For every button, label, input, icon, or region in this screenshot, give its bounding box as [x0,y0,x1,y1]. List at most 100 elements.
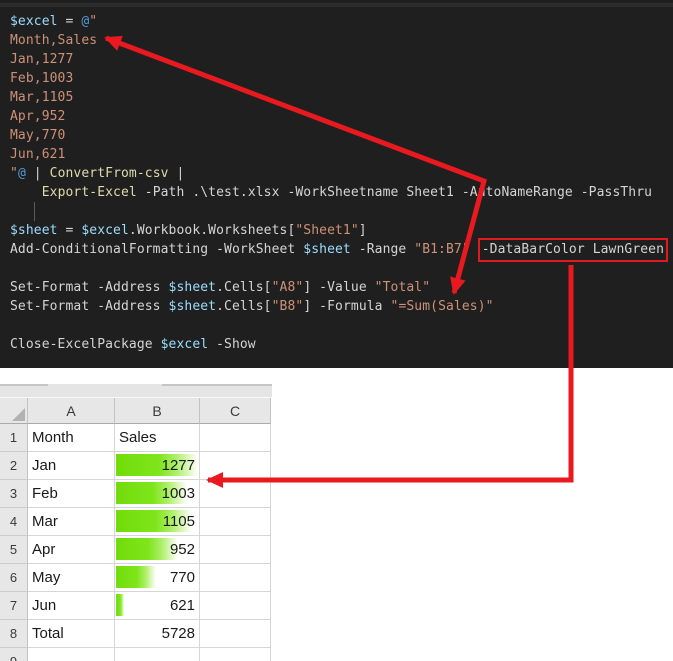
row-header-4[interactable]: 4 [0,508,28,536]
cell-B7[interactable]: 621 [115,592,200,620]
cell-B5[interactable]: 952 [115,536,200,564]
row-header-9[interactable]: 9 [0,648,28,661]
cell-B1[interactable]: Sales [115,424,200,452]
select-all-triangle-icon [12,408,25,421]
cell-B2[interactable]: 1277 [115,452,200,480]
cell-B4[interactable]: 1105 [115,508,200,536]
row-header-5[interactable]: 5 [0,536,28,564]
code-token: "Sheet1" [295,223,358,238]
cell-B8[interactable]: 5728 [115,620,200,648]
formula-bar-segment [0,384,48,386]
cell-B9[interactable] [115,648,200,661]
cell-B6-value: 770 [115,569,199,586]
row-header-2[interactable]: 2 [0,452,28,480]
code-line: $excel = @" [10,12,673,31]
cell-A4[interactable]: Mar [28,508,115,536]
code-token: = [58,223,82,238]
code-token: "A8" [272,280,304,295]
code-line: Apr,952 [10,107,673,126]
column-header-C[interactable]: C [200,398,271,424]
code-line: Set-Format -Address $sheet.Cells["B8"] -… [10,297,673,316]
code-line: Jun,621 [10,145,673,164]
code-token: Set-Format -Address [10,299,169,314]
code-token: Add-ConditionalFormatting -WorkSheet [10,242,303,257]
code-line: Close-ExcelPackage $excel -Show [10,335,673,354]
screenshot-root: { "code_panel": { "lines": [ {"segments"… [0,0,673,661]
cell-C3[interactable] [200,480,271,508]
code-token: Feb,1003 [10,71,73,86]
code-token: -Path .\test.xlsx -WorkSheetname Sheet1 … [137,185,652,200]
table-row: 7Jun621 [0,592,272,620]
code-token: | [26,166,50,181]
code-token: Apr,952 [10,109,66,124]
code-token [470,242,478,257]
table-row: 4Mar1105 [0,508,272,536]
cell-A7[interactable]: Jun [28,592,115,620]
code-token: $sheet [169,299,217,314]
code-panel-top-strip [0,3,673,7]
row-header-1[interactable]: 1 [0,424,28,452]
row-header-6[interactable]: 6 [0,564,28,592]
cell-C1[interactable] [200,424,271,452]
formula-bar-sliver [0,384,272,398]
cell-A5[interactable]: Apr [28,536,115,564]
code-token: .Cells[ [216,299,272,314]
code-line: Mar,1105 [10,88,673,107]
code-line [10,316,673,335]
table-row: 1MonthSales [0,424,272,452]
code-token: Jun,621 [10,147,66,162]
cell-B2-value: 1277 [115,457,199,474]
cell-C9[interactable] [200,648,271,661]
formula-bar-segment [162,384,272,386]
cell-C2[interactable] [200,452,271,480]
column-header-row: ABC [0,398,272,424]
code-token: -Show [208,337,256,352]
cell-A9[interactable] [28,648,115,661]
row-header-7[interactable]: 7 [0,592,28,620]
code-token: "B1:B7" [414,242,470,257]
code-token: "Total" [375,280,431,295]
column-header-B[interactable]: B [115,398,200,424]
cell-B8-value: 5728 [115,625,199,642]
table-row: 8Total5728 [0,620,272,648]
table-row: 5Apr952 [0,536,272,564]
code-token: $sheet [169,280,217,295]
cell-A3[interactable]: Feb [28,480,115,508]
code-token: .Cells[ [216,280,272,295]
cell-A6[interactable]: May [28,564,115,592]
indent-guide [34,202,35,221]
code-token [10,185,42,200]
code-token: ] -Formula [303,299,390,314]
cell-C5[interactable] [200,536,271,564]
cell-B5-value: 952 [115,541,199,558]
cell-A2[interactable]: Jan [28,452,115,480]
column-header-A[interactable]: A [28,398,115,424]
code-token: = [58,14,82,29]
code-token: Month,Sales [10,33,97,48]
databarcolor-highlight-box: -DataBarColor LawnGreen [478,238,668,262]
code-line: Set-Format -Address $sheet.Cells["A8"] -… [10,278,673,297]
code-token: " [10,166,18,181]
code-token: Close-ExcelPackage [10,337,161,352]
code-token: Set-Format -Address [10,280,169,295]
cell-C8[interactable] [200,620,271,648]
code-line: May,770 [10,126,673,145]
code-token: May,770 [10,128,66,143]
code-line: "@ | ConvertFrom-csv | [10,164,673,183]
cell-B4-value: 1105 [115,513,199,530]
code-token: $excel [161,337,209,352]
select-all-corner[interactable] [0,398,28,424]
code-token: "B8" [272,299,304,314]
cell-C4[interactable] [200,508,271,536]
row-header-8[interactable]: 8 [0,620,28,648]
row-header-3[interactable]: 3 [0,480,28,508]
cell-B6[interactable]: 770 [115,564,200,592]
cell-B1-value: Sales [115,429,199,446]
cell-C7[interactable] [200,592,271,620]
cell-C6[interactable] [200,564,271,592]
table-row: 6May770 [0,564,272,592]
code-token: Mar,1105 [10,90,73,105]
cell-B3[interactable]: 1003 [115,480,200,508]
cell-A8[interactable]: Total [28,620,115,648]
cell-A1[interactable]: Month [28,424,115,452]
